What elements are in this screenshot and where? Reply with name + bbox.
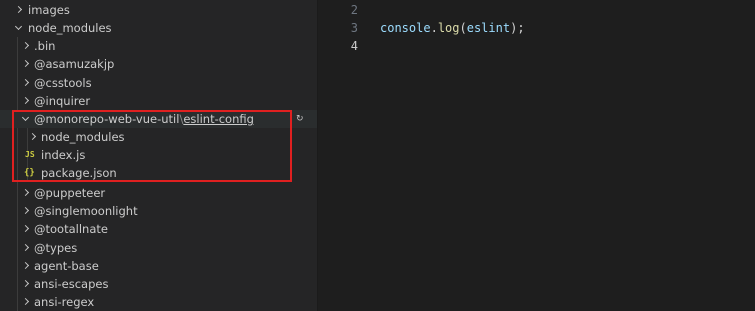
json-file-icon: {} <box>24 168 35 178</box>
tree-item-label: @monorepo-web-vue-util\eslint-config <box>34 110 254 128</box>
file-explorer: images node_modules .bin @asamuzakjp @cs… <box>0 0 318 311</box>
line-number: 3 <box>350 21 358 35</box>
chevron-down-icon <box>13 19 25 37</box>
tree-item-label: @tootallnate <box>34 222 108 236</box>
code-editor[interactable]: 2 3 4 console.log(eslint); <box>318 0 755 311</box>
code-token-dot: . <box>430 21 438 35</box>
code-token-argument: eslint <box>466 21 511 35</box>
chevron-right-icon <box>13 1 25 19</box>
tree-item-singlemoonlight[interactable]: @singlemoonlight <box>0 202 317 220</box>
tree-item-label: @singlemoonlight <box>34 204 138 218</box>
tree-item-agent-base[interactable]: agent-base <box>0 257 317 275</box>
chevron-right-icon <box>20 202 32 220</box>
tree-item-bin[interactable]: .bin <box>0 37 317 55</box>
line-number: 2 <box>350 3 358 17</box>
chevron-right-icon <box>20 239 32 257</box>
tree-item-ansi-regex[interactable]: ansi-regex <box>0 293 317 311</box>
chevron-right-icon <box>20 275 32 293</box>
tree-item-ansi-escapes[interactable]: ansi-escapes <box>0 275 317 293</box>
chevron-right-icon <box>20 220 32 238</box>
chevron-right-icon <box>20 74 32 92</box>
tree-item-index-js[interactable]: JS index.js <box>0 146 317 164</box>
code-token-paren-close: ); <box>510 21 525 35</box>
tree-item-label: @types <box>34 241 78 255</box>
tree-item-label: @puppeteer <box>34 186 106 200</box>
chevron-right-icon <box>20 257 32 275</box>
chevron-right-icon <box>20 293 32 311</box>
tree-item-label: images <box>28 3 70 17</box>
chevron-right-icon <box>20 184 32 202</box>
tree-item-node-modules[interactable]: node_modules <box>0 19 317 37</box>
tree-item-images[interactable]: images <box>0 1 317 19</box>
tree-item-tootallnate[interactable]: @tootallnate <box>0 220 317 238</box>
tree-item-label: node_modules <box>28 21 112 35</box>
code-token-object: console <box>380 21 431 35</box>
tree-item-nested-node-modules[interactable]: node_modules <box>0 128 317 146</box>
tree-item-label: ansi-escapes <box>34 277 109 291</box>
chevron-right-icon <box>20 37 32 55</box>
tree-item-types[interactable]: @types <box>0 239 317 257</box>
code-token-function: log <box>437 21 460 35</box>
tree-item-label: index.js <box>41 148 86 162</box>
tree-item-package-json[interactable]: {} package.json <box>0 164 317 182</box>
tree-item-label: @inquirer <box>34 94 91 108</box>
tree-item-label: agent-base <box>34 259 99 273</box>
chevron-right-icon <box>27 128 39 146</box>
tree-item-label: package.json <box>41 166 117 180</box>
line-number-active: 4 <box>350 39 358 53</box>
tree-item-label: .bin <box>34 39 56 53</box>
tree-item-asamuzakjp[interactable]: @asamuzakjp <box>0 55 317 73</box>
tree-item-label: node_modules <box>41 130 125 144</box>
compact-folder-child[interactable]: eslint-config <box>183 112 254 126</box>
tree-item-label: @csstools <box>34 76 92 90</box>
tree-item-label: ansi-regex <box>34 295 95 309</box>
code-line[interactable]: console.log(eslint); <box>380 19 525 37</box>
chevron-down-icon <box>20 110 32 128</box>
tree-item-label: @asamuzakjp <box>34 57 115 71</box>
compact-folder-parent[interactable]: @monorepo-web-vue-util <box>34 112 179 126</box>
tree-item-puppeteer[interactable]: @puppeteer <box>0 184 317 202</box>
tree-item-monorepo-eslint-config[interactable]: @monorepo-web-vue-util\eslint-config ↻ <box>0 110 317 128</box>
refresh-icon[interactable]: ↻ <box>296 110 304 128</box>
javascript-file-icon: JS <box>25 150 35 159</box>
tree-item-inquirer[interactable]: @inquirer <box>0 92 317 110</box>
chevron-right-icon <box>20 92 32 110</box>
code-token-paren-open: ( <box>459 21 467 35</box>
chevron-right-icon <box>20 55 32 73</box>
tree-item-csstools[interactable]: @csstools <box>0 74 317 92</box>
